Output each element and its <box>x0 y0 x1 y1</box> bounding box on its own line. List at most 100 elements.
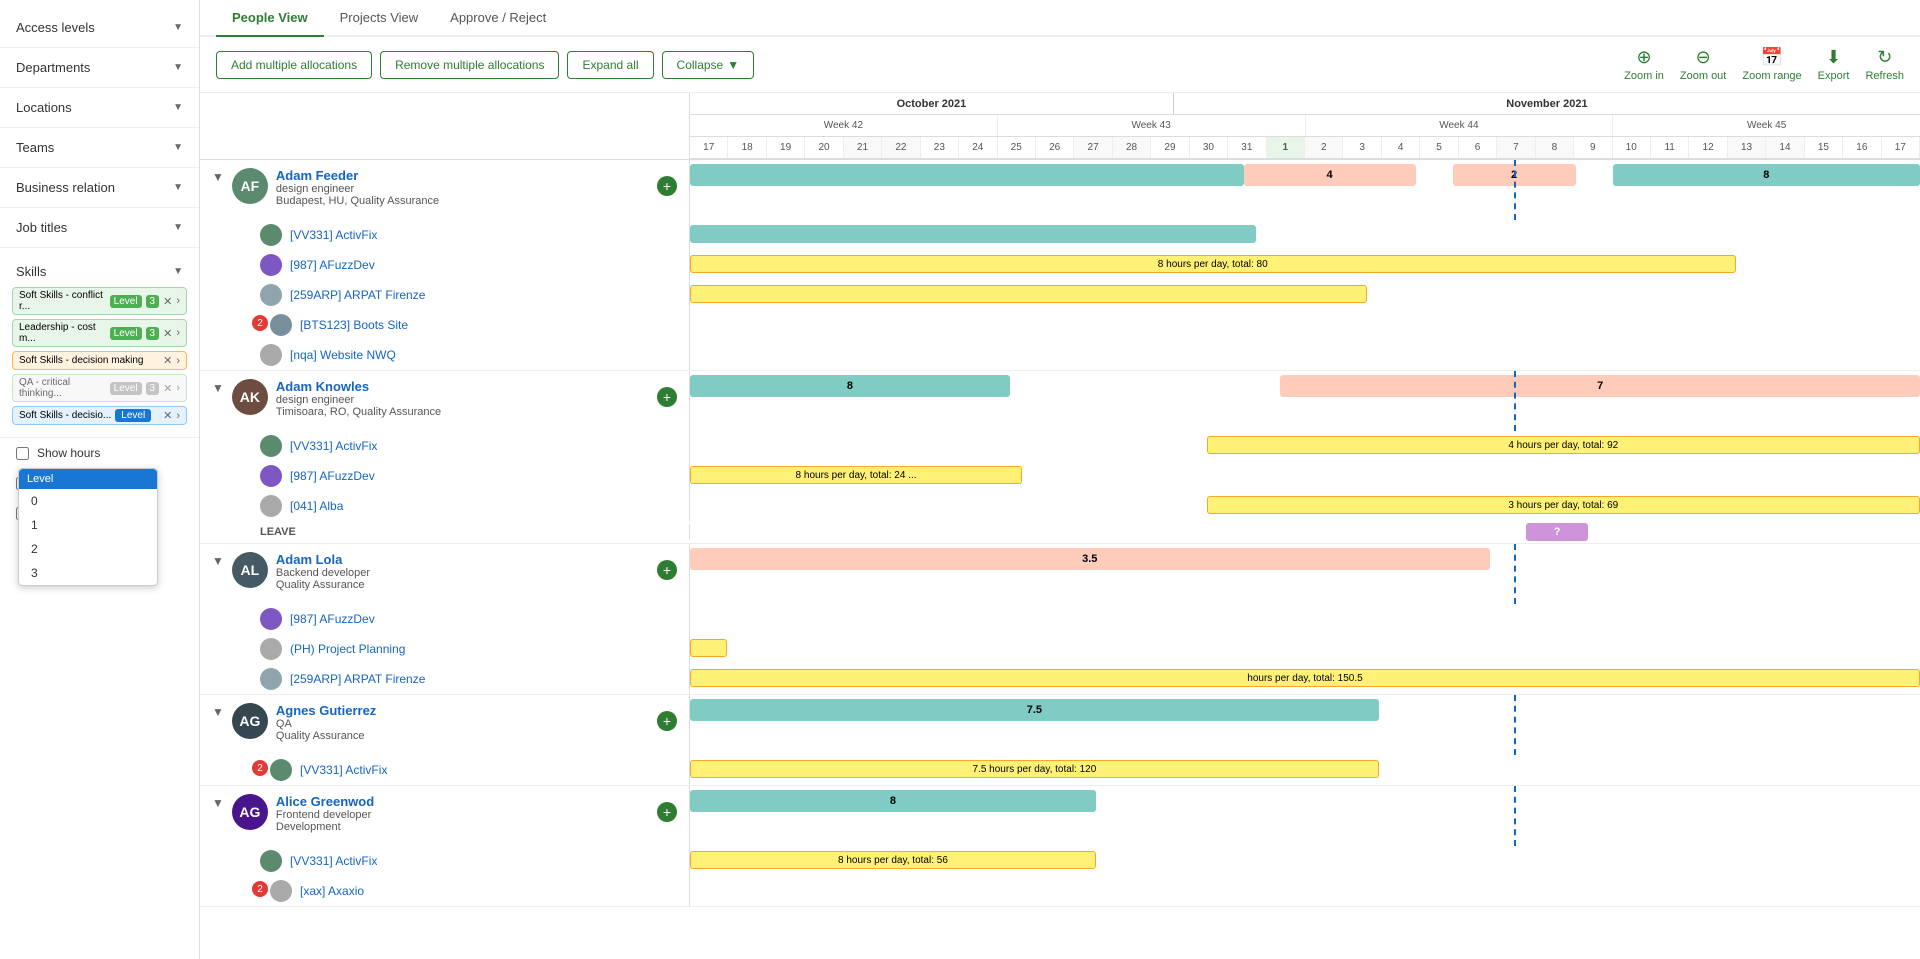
sidebar-item-skills[interactable]: Skills ▼ <box>12 256 187 287</box>
remove-multiple-button[interactable]: Remove multiple allocations <box>380 51 559 79</box>
person-location: Quality Assurance <box>276 579 649 591</box>
conflict-badge: 2 <box>252 881 268 897</box>
remove-skill-icon[interactable]: ✕ <box>163 382 172 395</box>
day-cell: 25 <box>998 137 1036 158</box>
person-details: Adam Feeder design engineer Budapest, HU… <box>276 168 649 207</box>
project-name[interactable]: [041] Alba <box>290 499 343 513</box>
project-name[interactable]: [259ARP] ARPAT Firenze <box>290 288 425 302</box>
collapse-button[interactable]: Collapse ▼ <box>662 51 755 79</box>
expand-skill-icon[interactable]: › <box>176 382 180 394</box>
conflict-badge: 2 <box>252 315 268 331</box>
project-row: [VV331] ActivFix 4 hours per day, total:… <box>200 431 1920 461</box>
project-name[interactable]: [VV331] ActivFix <box>290 228 377 242</box>
add-allocation-button[interactable]: + <box>657 802 677 822</box>
zoom-in-button[interactable]: ⊕ Zoom in <box>1624 47 1664 82</box>
sidebar-item-locations[interactable]: Locations ▼ <box>0 88 199 128</box>
add-multiple-button[interactable]: Add multiple allocations <box>216 51 372 79</box>
gantt-wrapper[interactable]: October 2021 November 2021 Week 42 Week … <box>200 93 1920 959</box>
person-gantt: 8 <box>690 786 1920 846</box>
person-name[interactable]: Adam Feeder <box>276 168 649 183</box>
project-name[interactable]: [VV331] ActivFix <box>290 439 377 453</box>
filter-label: Business relation <box>16 180 115 195</box>
remove-skill-icon[interactable]: ✕ <box>163 354 172 367</box>
project-name[interactable]: [987] AFuzzDev <box>290 469 375 483</box>
level-badge: Level <box>115 409 151 422</box>
sidebar-item-business-relation[interactable]: Business relation ▼ <box>0 168 199 208</box>
expand-button[interactable]: ▼ <box>212 705 224 719</box>
show-hours-checkbox[interactable] <box>16 447 29 460</box>
project-info: [987] AFuzzDev <box>200 604 690 634</box>
day-row: 1718192021222324252627282930311234567891… <box>690 137 1920 159</box>
expand-button[interactable]: ▼ <box>212 796 224 810</box>
skill-tag-1[interactable]: Soft Skills - conflict r... Level 3 ✕ › <box>12 287 187 315</box>
project-name[interactable]: (PH) Project Planning <box>290 642 405 656</box>
bar-teal: 7.5 <box>690 699 1379 721</box>
add-allocation-button[interactable]: + <box>657 711 677 731</box>
zoom-out-button[interactable]: ⊖ Zoom out <box>1680 47 1726 82</box>
skills-section: Skills ▼ Soft Skills - conflict r... Lev… <box>0 248 199 438</box>
day-cell: 21 <box>844 137 882 158</box>
day-cell: 13 <box>1728 137 1766 158</box>
project-name[interactable]: [xax] Axaxio <box>300 884 364 898</box>
show-hours-row: Show hours <box>0 438 199 468</box>
refresh-button[interactable]: ↻ Refresh <box>1865 47 1904 82</box>
zoom-range-button[interactable]: 📅 Zoom range <box>1742 47 1801 82</box>
sidebar-item-departments[interactable]: Departments ▼ <box>0 48 199 88</box>
expand-skill-icon[interactable]: › <box>176 410 180 422</box>
project-name[interactable]: [259ARP] ARPAT Firenze <box>290 672 425 686</box>
expand-button[interactable]: ▼ <box>212 381 224 395</box>
project-row: [VV331] ActivFix 8 hours per day, total:… <box>200 846 1920 876</box>
person-info: ▼ AL Adam Lola Backend developer Quality… <box>200 544 690 604</box>
project-bar <box>690 639 727 657</box>
sidebar-item-teams[interactable]: Teams ▼ <box>0 128 199 168</box>
person-name[interactable]: Alice Greenwod <box>276 794 649 809</box>
person-name[interactable]: Adam Knowles <box>276 379 649 394</box>
tab-projects-view[interactable]: Projects View <box>324 0 435 37</box>
skill-level-dropdown[interactable]: Level 0 1 2 3 <box>18 468 158 586</box>
project-name[interactable]: [987] AFuzzDev <box>290 258 375 272</box>
remove-skill-icon[interactable]: ✕ <box>163 409 172 422</box>
project-name[interactable]: [VV331] ActivFix <box>290 854 377 868</box>
project-bar-hours: 4 hours per day, total: 92 <box>1207 436 1920 454</box>
dropdown-option-1[interactable]: 1 <box>19 513 157 537</box>
tab-people-view[interactable]: People View <box>216 0 324 37</box>
day-cell: 1 <box>1267 137 1305 158</box>
project-name[interactable]: [987] AFuzzDev <box>290 612 375 626</box>
today-marker <box>1514 371 1516 431</box>
add-allocation-button[interactable]: + <box>657 387 677 407</box>
skill-tag-5[interactable]: Soft Skills - decisio... Level ✕ › <box>12 406 187 425</box>
skill-tag-3[interactable]: Soft Skills - decision making ✕ › <box>12 351 187 370</box>
skill-tag-4[interactable]: QA - critical thinking... Level 3 ✕ › <box>12 374 187 402</box>
expand-skill-icon[interactable]: › <box>176 327 180 339</box>
project-name[interactable]: [VV331] ActivFix <box>300 763 387 777</box>
expand-skill-icon[interactable]: › <box>176 295 180 307</box>
add-allocation-button[interactable]: + <box>657 176 677 196</box>
person-location: Quality Assurance <box>276 730 649 742</box>
project-gantt: 3 hours per day, total: 69 <box>690 492 1920 520</box>
leave-bar: ? <box>1526 523 1588 541</box>
project-name[interactable]: [BTS123] Boots Site <box>300 318 408 332</box>
project-info: [987] AFuzzDev <box>200 461 690 491</box>
person-location: Budapest, HU, Quality Assurance <box>276 195 649 207</box>
person-name[interactable]: Adam Lola <box>276 552 649 567</box>
remove-skill-icon[interactable]: ✕ <box>163 295 172 308</box>
export-button[interactable]: ⬇ Export <box>1818 47 1850 82</box>
skill-tag-2[interactable]: Leadership - cost m... Level 3 ✕ › <box>12 319 187 347</box>
expand-button[interactable]: ▼ <box>212 554 224 568</box>
gantt-name-header <box>200 93 690 159</box>
expand-button[interactable]: ▼ <box>212 170 224 184</box>
person-name[interactable]: Agnes Gutierrez <box>276 703 649 718</box>
tab-approve-reject[interactable]: Approve / Reject <box>434 0 562 37</box>
dropdown-option-0[interactable]: 0 <box>19 489 157 513</box>
project-row: [VV331] ActivFix <box>200 220 1920 250</box>
project-name[interactable]: [nqa] Website NWQ <box>290 348 396 362</box>
expand-skill-icon[interactable]: › <box>176 355 180 367</box>
dropdown-option-2[interactable]: 2 <box>19 537 157 561</box>
remove-skill-icon[interactable]: ✕ <box>163 327 172 340</box>
sidebar-item-access-levels[interactable]: Access levels ▼ <box>0 8 199 48</box>
leave-gantt: ? <box>690 521 1920 543</box>
dropdown-option-3[interactable]: 3 <box>19 561 157 585</box>
expand-all-button[interactable]: Expand all <box>567 51 653 79</box>
add-allocation-button[interactable]: + <box>657 560 677 580</box>
sidebar-item-job-titles[interactable]: Job titles ▼ <box>0 208 199 248</box>
